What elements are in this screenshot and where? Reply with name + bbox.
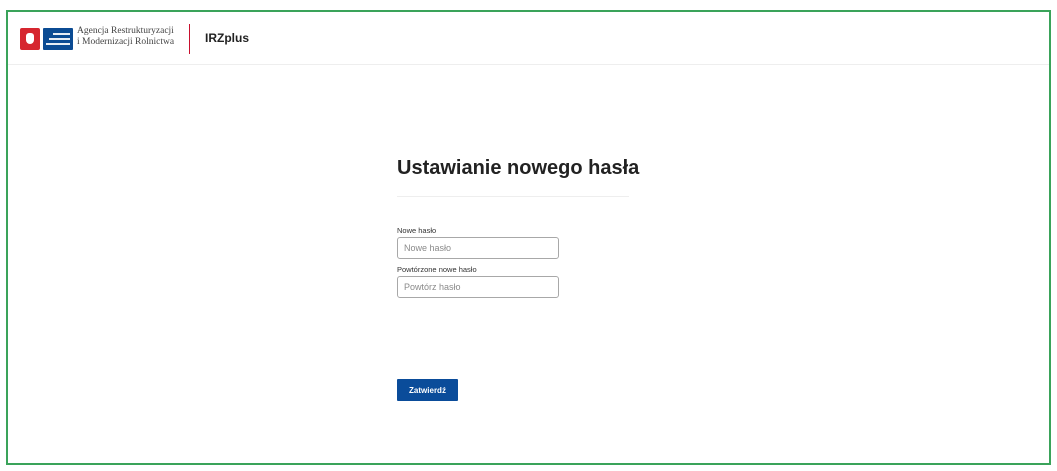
app-name: IRZplus <box>205 31 249 45</box>
new-password-input[interactable] <box>397 237 559 259</box>
header-divider <box>189 24 190 54</box>
poland-emblem-icon <box>20 28 40 50</box>
repeat-password-label: Powtórzone nowe hasło <box>397 265 477 274</box>
new-password-label: Nowe hasło <box>397 226 437 235</box>
arimr-logo-icon <box>43 28 73 50</box>
top-header: Agencja Restrukturyzacji i Modernizacji … <box>8 12 1049 65</box>
page-title: Ustawianie nowego hasła <box>397 157 639 197</box>
agency-name-line-2: i Modernizacji Rolnictwa <box>77 37 175 47</box>
page-frame: Agencja Restrukturyzacji i Modernizacji … <box>6 10 1051 465</box>
agency-name-line-1: Agencja Restrukturyzacji <box>77 26 174 36</box>
set-password-panel: Ustawianie nowego hasła Nowe hasło Powtó… <box>397 157 639 401</box>
repeat-password-input[interactable] <box>397 276 559 298</box>
agency-name: Agencja Restrukturyzacji i Modernizacji … <box>77 26 174 48</box>
submit-button[interactable]: Zatwierdź <box>397 379 458 401</box>
